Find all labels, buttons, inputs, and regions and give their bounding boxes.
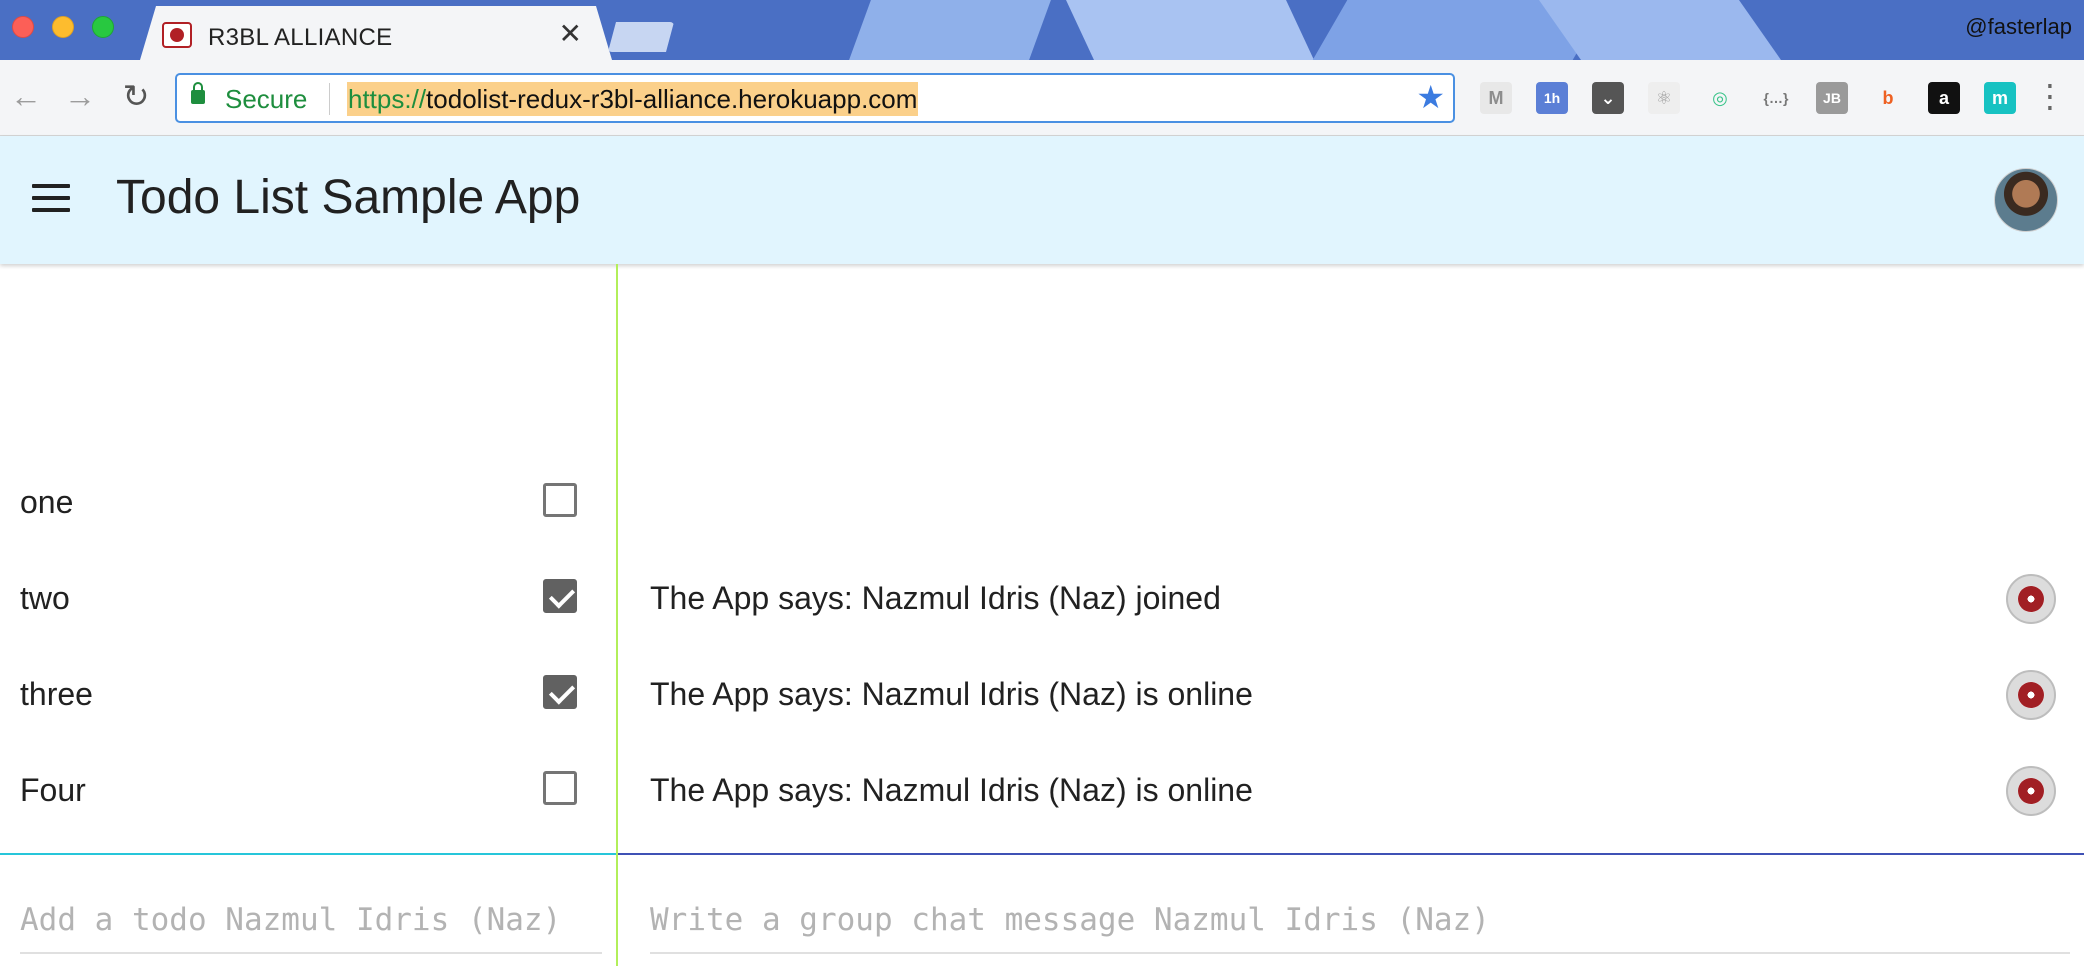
- hamburger-menu-icon[interactable]: [32, 184, 70, 214]
- todo-item: two: [0, 550, 616, 646]
- todo-item: one: [0, 454, 616, 550]
- rebel-alliance-avatar-icon: [2006, 574, 2056, 624]
- window-zoom-button[interactable]: [92, 16, 114, 38]
- todo-pane-bottom-line: [0, 853, 616, 855]
- window-close-button[interactable]: [12, 16, 34, 38]
- address-bar[interactable]: Secure https://todolist-redux-r3bl-allia…: [175, 73, 1455, 123]
- todo-checkbox[interactable]: [543, 579, 577, 613]
- pocket-icon[interactable]: ⌄: [1592, 82, 1624, 114]
- todo-item-label: two: [20, 580, 70, 616]
- browser-tab[interactable]: R3BL ALLIANCE ✕: [140, 6, 612, 60]
- titlebar-background-shape: [1066, 0, 1314, 60]
- jetbrains-icon[interactable]: JB: [1816, 82, 1848, 114]
- tab-close-icon[interactable]: ✕: [559, 20, 582, 48]
- rebel-alliance-favicon-icon: [162, 22, 192, 48]
- chat-message-text: The App says: Nazmul Idris (Naz) joined: [650, 580, 1221, 616]
- user-avatar[interactable]: [1994, 168, 2058, 232]
- todo-checkbox[interactable]: [543, 483, 577, 517]
- app-title: Todo List Sample App: [116, 171, 581, 224]
- todo-item: three: [0, 646, 616, 742]
- browser-menu-icon[interactable]: ⋮: [2034, 78, 2066, 114]
- omnibox-separator: [329, 83, 330, 115]
- todo-checkbox[interactable]: [543, 771, 577, 805]
- todo-checkbox[interactable]: [543, 675, 577, 709]
- lock-icon: [191, 82, 205, 104]
- chat-message-text: The App says: Nazmul Idris (Naz) is onli…: [650, 676, 1253, 712]
- rebel-alliance-avatar-icon: [2006, 670, 2056, 720]
- app-bar: Todo List Sample App: [0, 136, 2084, 264]
- url-scheme: https://: [348, 84, 427, 114]
- titlebar-background-shape: [1538, 0, 1782, 60]
- momentum-icon[interactable]: ◎: [1704, 82, 1736, 114]
- todo-item-label: one: [20, 484, 74, 520]
- chat-message: The App says: Nazmul Idris (Naz) is onli…: [618, 742, 2084, 838]
- chat-pane-bottom-line: [618, 853, 2084, 855]
- titlebar-background-shape: [849, 0, 1051, 60]
- mercury-icon[interactable]: m: [1984, 82, 2016, 114]
- secure-label: Secure: [225, 84, 308, 114]
- chat-message-input[interactable]: [650, 888, 2070, 954]
- chat-message: The App says: Nazmul Idris (Naz) joined: [618, 550, 2084, 646]
- chat-message: The App says: Nazmul Idris (Naz) is onli…: [618, 646, 2084, 742]
- bitly-icon[interactable]: b: [1872, 82, 1904, 114]
- url-host: todolist-redux-r3bl-alliance.herokuapp.c…: [426, 84, 918, 114]
- profile-name[interactable]: @fasterlap: [1965, 14, 2072, 40]
- bookmark-star-icon[interactable]: ★: [1416, 81, 1445, 113]
- window-minimize-button[interactable]: [52, 16, 74, 38]
- browser-titlebar: R3BL ALLIANCE ✕ @fasterlap: [0, 0, 2084, 60]
- forward-arrow-icon[interactable]: →: [62, 78, 98, 114]
- back-arrow-icon[interactable]: ←: [8, 78, 44, 114]
- todo-item-label: three: [20, 676, 93, 712]
- rebel-alliance-avatar-icon: [2006, 766, 2056, 816]
- gmail-checker-icon[interactable]: M: [1480, 82, 1512, 114]
- json-viewer-icon[interactable]: {…}: [1760, 82, 1792, 114]
- todo-item-label: Four: [20, 772, 86, 808]
- amazon-icon[interactable]: a: [1928, 82, 1960, 114]
- new-tab-button[interactable]: [608, 22, 674, 52]
- todo-item: Four: [0, 742, 616, 838]
- url-text[interactable]: https://todolist-redux-r3bl-alliance.her…: [347, 82, 919, 116]
- calendar-icon[interactable]: 1h: [1536, 82, 1568, 114]
- add-todo-input[interactable]: [20, 888, 602, 954]
- reload-icon[interactable]: ↻: [118, 78, 154, 114]
- tab-title: R3BL ALLIANCE: [208, 24, 393, 51]
- chat-message-text: The App says: Nazmul Idris (Naz) is onli…: [650, 772, 1253, 808]
- react-devtools-icon[interactable]: ⚛: [1648, 82, 1680, 114]
- browser-toolbar: ← → ↻ Secure https://todolist-redux-r3bl…: [0, 60, 2084, 136]
